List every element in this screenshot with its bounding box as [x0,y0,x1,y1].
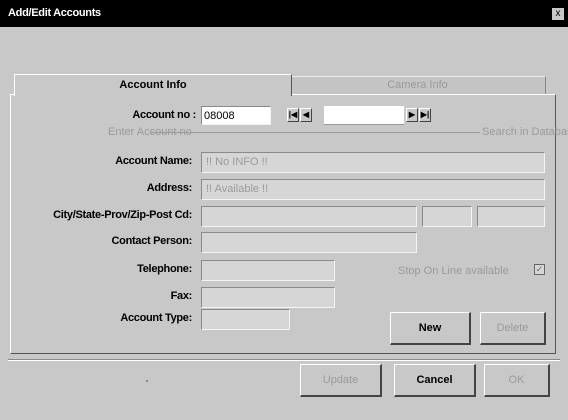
state-field[interactable] [422,206,472,227]
next-record-icon[interactable]: ▶ [406,108,418,122]
contact-person-label: Contact Person: [111,235,193,247]
bottom-separator [8,359,560,361]
account-type-label: Account Type: [120,312,192,324]
ok-button[interactable]: OK [484,364,550,397]
hint-divider [150,132,480,133]
telephone-field[interactable] [201,260,335,281]
contact-person-field[interactable] [201,232,417,253]
stop-on-line-label: Stop On Line available [398,265,509,277]
address-field[interactable]: !! Available !! [201,179,545,200]
search-hint: Search in Database [482,126,568,138]
account-name-field[interactable]: !! No INFO !! [201,152,545,173]
account-no-input[interactable]: 08008 [201,106,271,125]
record-position-field [324,106,404,125]
account-no-label: Account no : [132,109,196,121]
fax-field[interactable] [201,287,335,308]
first-record-icon[interactable]: |◀ [287,108,299,122]
fax-label: Fax: [170,290,193,302]
new-button[interactable]: New [390,312,471,345]
status-dot [146,380,148,382]
prev-record-icon[interactable]: ◀ [300,108,312,122]
title-bar: Add/Edit Accounts x [0,0,568,27]
last-record-icon[interactable]: ▶| [419,108,431,122]
close-icon[interactable]: x [552,8,564,20]
account-name-label: Account Name: [115,155,192,167]
zip-field[interactable] [477,206,545,227]
delete-button[interactable]: Delete [480,312,546,345]
address-label: Address: [146,182,193,194]
tab-account-info[interactable]: Account Info [14,74,292,96]
account-type-field[interactable] [201,309,290,330]
city-state-label: City/State-Prov/Zip-Post Cd: [53,209,192,221]
tab-camera-info[interactable]: Camera Info [290,76,546,95]
window-title: Add/Edit Accounts [8,7,101,19]
cancel-button[interactable]: Cancel [394,364,476,397]
telephone-label: Telephone: [137,263,192,275]
stop-on-line-checkbox[interactable]: ✓ [534,264,545,275]
city-field[interactable] [201,206,417,227]
update-button[interactable]: Update [300,364,382,397]
